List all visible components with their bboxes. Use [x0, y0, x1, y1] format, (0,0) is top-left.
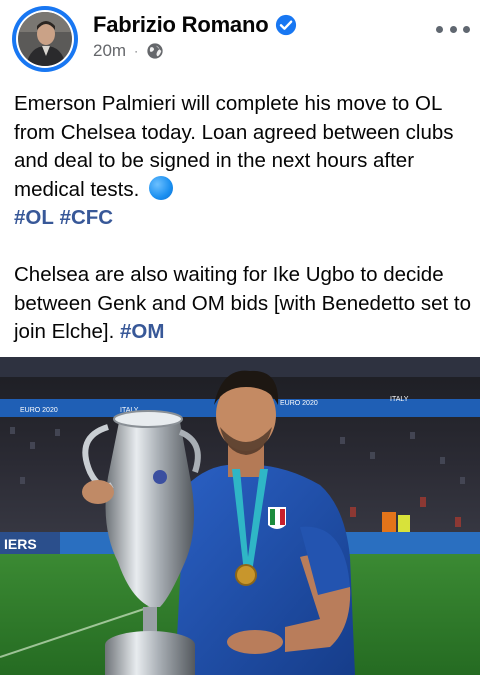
author-row: Fabrizio Romano: [93, 10, 297, 40]
author-avatar[interactable]: [12, 6, 78, 72]
hashtag-ol[interactable]: #OL: [14, 206, 54, 229]
verified-badge-icon: [276, 14, 297, 36]
more-options-icon[interactable]: [436, 22, 470, 36]
post-meta: 20m ·: [93, 40, 164, 62]
medal: [235, 564, 257, 586]
post-timestamp[interactable]: 20m: [93, 41, 126, 61]
author-name[interactable]: Fabrizio Romano: [93, 12, 269, 38]
board-text-4: ITALY: [390, 396, 409, 403]
paragraph-2-text: Chelsea are also waiting for Ike Ugbo to…: [14, 263, 471, 343]
board-text-3: EURO 2020: [280, 400, 318, 407]
avatar-image: [18, 12, 72, 66]
globe-icon: [147, 43, 163, 59]
post-body: Emerson Palmieri will complete his move …: [14, 90, 474, 347]
post-paragraph-1: Emerson Palmieri will complete his move …: [14, 90, 474, 233]
meta-separator: ·: [134, 44, 139, 58]
hashtag-om[interactable]: #OM: [120, 320, 164, 343]
post-photo[interactable]: EURO 2020 ITALY EURO 2020 ITALY IERS: [0, 357, 480, 675]
lower-board-text: IERS: [4, 536, 37, 552]
paragraph-1-text: Emerson Palmieri will complete his move …: [14, 92, 454, 201]
post-paragraph-2: Chelsea are also waiting for Ike Ugbo to…: [14, 261, 474, 347]
hashtag-cfc[interactable]: #CFC: [60, 206, 114, 229]
board-text-1: EURO 2020: [20, 407, 58, 414]
post-header: Fabrizio Romano 20m ·: [0, 0, 480, 80]
blue-circle-emoji: [149, 175, 174, 200]
